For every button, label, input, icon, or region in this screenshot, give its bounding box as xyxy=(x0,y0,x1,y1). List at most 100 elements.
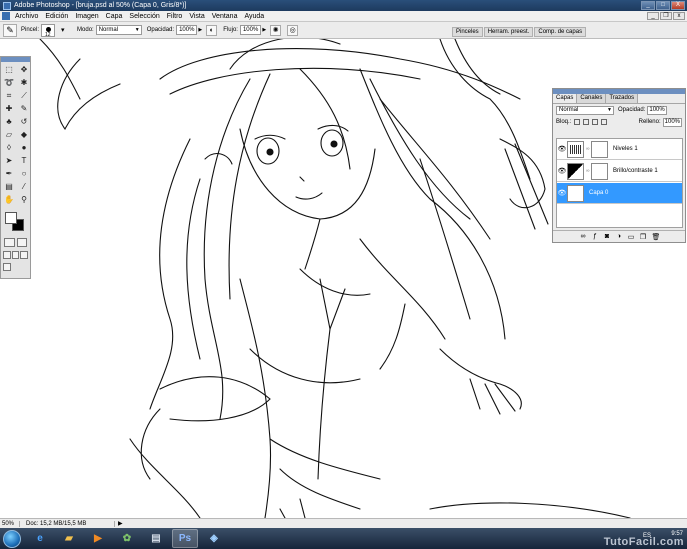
slice-tool-icon[interactable]: ⟋ xyxy=(17,90,31,102)
doc-restore-button[interactable]: ❐ xyxy=(660,12,672,20)
new-group-icon[interactable]: ▭ xyxy=(628,233,635,241)
history-brush-tool-icon[interactable]: ↺ xyxy=(17,116,31,128)
clone-stamp-tool-icon[interactable]: ♣ xyxy=(2,116,16,128)
menu-edicion[interactable]: Edición xyxy=(45,13,68,20)
tab-pinceles[interactable]: Pinceles xyxy=(452,27,483,37)
photoshop-taskbar-icon[interactable]: Ps xyxy=(172,529,198,548)
menu-imagen[interactable]: Imagen xyxy=(75,13,98,20)
paint-bucket-tool-icon[interactable]: ◆ xyxy=(17,129,31,141)
screen-mode-standard-button[interactable] xyxy=(3,251,11,259)
document-icon[interactable] xyxy=(2,12,10,20)
lock-all-icon[interactable] xyxy=(601,119,608,125)
brightness-contrast-adjustment-icon xyxy=(567,162,584,180)
menu-ventana[interactable]: Ventana xyxy=(212,13,238,20)
jump-to-imageready-button[interactable] xyxy=(3,263,11,271)
add-mask-icon[interactable]: ◙ xyxy=(604,233,611,240)
blur-tool-icon[interactable]: ◊ xyxy=(2,142,16,154)
visibility-eye-icon[interactable]: 👁 xyxy=(557,145,567,153)
menu-filtro[interactable]: Filtro xyxy=(167,13,183,20)
notes-tool-icon[interactable]: ▤ xyxy=(2,181,16,193)
visibility-eye-icon[interactable]: 👁 xyxy=(557,167,567,175)
menu-ayuda[interactable]: Ayuda xyxy=(244,13,264,20)
zoom-tool-icon[interactable]: ⚲ xyxy=(17,194,31,206)
layer-thumbnail xyxy=(567,184,584,202)
lock-position-icon[interactable] xyxy=(592,119,599,125)
pressure-size-icon[interactable]: ◎ xyxy=(287,24,299,36)
layer-mask-thumbnail[interactable] xyxy=(591,162,608,180)
path-selection-tool-icon[interactable]: ➤ xyxy=(2,155,16,167)
brush-label: Pincel: xyxy=(21,27,40,33)
folder-icon[interactable]: ▰ xyxy=(56,529,82,548)
opacity-field[interactable]: 100% xyxy=(176,25,198,35)
lasso-tool-icon[interactable]: ➰ xyxy=(2,77,16,89)
trash-icon[interactable]: 🗑 xyxy=(652,233,661,241)
visibility-eye-icon[interactable]: 👁 xyxy=(557,189,567,197)
zoom-field[interactable]: 50% xyxy=(0,520,20,527)
menu-seleccion[interactable]: Selección xyxy=(129,13,159,20)
healing-brush-tool-icon[interactable]: ✚ xyxy=(2,103,16,115)
tab-layer-comps[interactable]: Comp. de capas xyxy=(534,27,587,37)
adjustment-layer-icon[interactable]: ◑ xyxy=(616,233,623,240)
layer-style-icon[interactable]: ƒ xyxy=(592,233,599,240)
type-tool-icon[interactable]: T xyxy=(17,155,31,167)
layer-row-capa-0[interactable]: 👁 Capa 0 xyxy=(557,183,682,204)
hand-tool-icon[interactable]: ✋ xyxy=(2,194,16,206)
standard-mode-button[interactable] xyxy=(4,238,15,247)
brush-picker[interactable]: 12 xyxy=(41,23,56,38)
flow-field[interactable]: 100% xyxy=(239,25,262,35)
marquee-tool-icon[interactable]: ⬚ xyxy=(2,64,16,76)
menu-archivo[interactable]: Archivo xyxy=(15,13,38,20)
tool-preset-picker[interactable]: ✎ xyxy=(3,23,17,37)
minimize-button[interactable]: _ xyxy=(641,1,655,10)
fill-label: Relleno: xyxy=(638,119,661,125)
doc-close-button[interactable]: x xyxy=(673,12,685,20)
foreground-color-swatch[interactable] xyxy=(5,212,17,224)
tab-tool-presets[interactable]: Herram. preest. xyxy=(483,27,534,37)
pen-tool-icon[interactable]: ✒ xyxy=(2,168,16,180)
tab-capas[interactable]: Capas xyxy=(553,94,578,103)
tab-canales[interactable]: Canales xyxy=(577,94,607,103)
eyedropper-tool-icon[interactable]: ⁄ xyxy=(17,181,31,193)
lock-transparency-icon[interactable] xyxy=(574,119,581,125)
magic-wand-tool-icon[interactable]: ✱ xyxy=(17,77,31,89)
menu-capa[interactable]: Capa xyxy=(106,13,123,20)
media-player-icon[interactable]: ▶ xyxy=(85,529,111,548)
fill-field[interactable]: 100% xyxy=(662,117,682,127)
layer-name: Niveles 1 xyxy=(613,146,638,152)
pressure-opacity-icon[interactable]: ◐ xyxy=(206,24,218,36)
maximize-button[interactable]: □ xyxy=(656,1,670,10)
app-icon[interactable]: ▤ xyxy=(143,529,169,548)
close-button[interactable]: X xyxy=(671,1,685,10)
link-layers-icon[interactable]: ∞ xyxy=(580,233,587,240)
mode-select[interactable]: Normal ▼ xyxy=(95,25,142,35)
opacity-slider-toggle-icon[interactable]: ▶ xyxy=(198,27,202,33)
blend-mode-select[interactable]: Normal ▼ xyxy=(556,105,614,115)
app-icon[interactable]: ✿ xyxy=(114,529,140,548)
crop-tool-icon[interactable]: ⌗ xyxy=(2,90,16,102)
start-button[interactable] xyxy=(3,529,21,548)
tab-trazados[interactable]: Trazados xyxy=(606,94,639,103)
lock-label: Bloq.: xyxy=(556,119,572,125)
dodge-tool-icon[interactable]: ● xyxy=(17,142,31,154)
status-menu-arrow-icon[interactable]: ▶ xyxy=(115,520,126,527)
layer-mask-thumbnail[interactable] xyxy=(591,140,608,158)
brush-palette-toggle-icon[interactable]: ▾ xyxy=(61,25,71,36)
layer-row-levels[interactable]: 👁 ∞ Niveles 1 xyxy=(557,139,682,160)
airbrush-icon[interactable]: ✺ xyxy=(270,24,282,36)
move-tool-icon[interactable]: ✥ xyxy=(17,64,31,76)
layer-row-brightness-contrast[interactable]: 👁 ∞ Brillo/contraste 1 xyxy=(557,161,682,182)
layer-opacity-field[interactable]: 100% xyxy=(647,105,667,115)
internet-explorer-icon[interactable]: e xyxy=(27,529,53,548)
menu-vista[interactable]: Vista xyxy=(189,13,204,20)
eraser-tool-icon[interactable]: ▱ xyxy=(2,129,16,141)
screen-mode-menubar-button[interactable] xyxy=(11,251,20,259)
screen-mode-full-button[interactable] xyxy=(20,251,29,259)
flow-slider-toggle-icon[interactable]: ▶ xyxy=(262,27,266,33)
brush-tool-icon[interactable]: ✎ xyxy=(17,103,31,115)
lock-image-icon[interactable] xyxy=(583,119,590,125)
app-icon[interactable]: ◈ xyxy=(201,529,227,548)
new-layer-icon[interactable]: ❐ xyxy=(640,233,647,241)
quick-mask-button[interactable] xyxy=(16,238,27,247)
doc-minimize-button[interactable]: _ xyxy=(647,12,659,20)
shape-tool-icon[interactable]: ○ xyxy=(17,168,31,180)
